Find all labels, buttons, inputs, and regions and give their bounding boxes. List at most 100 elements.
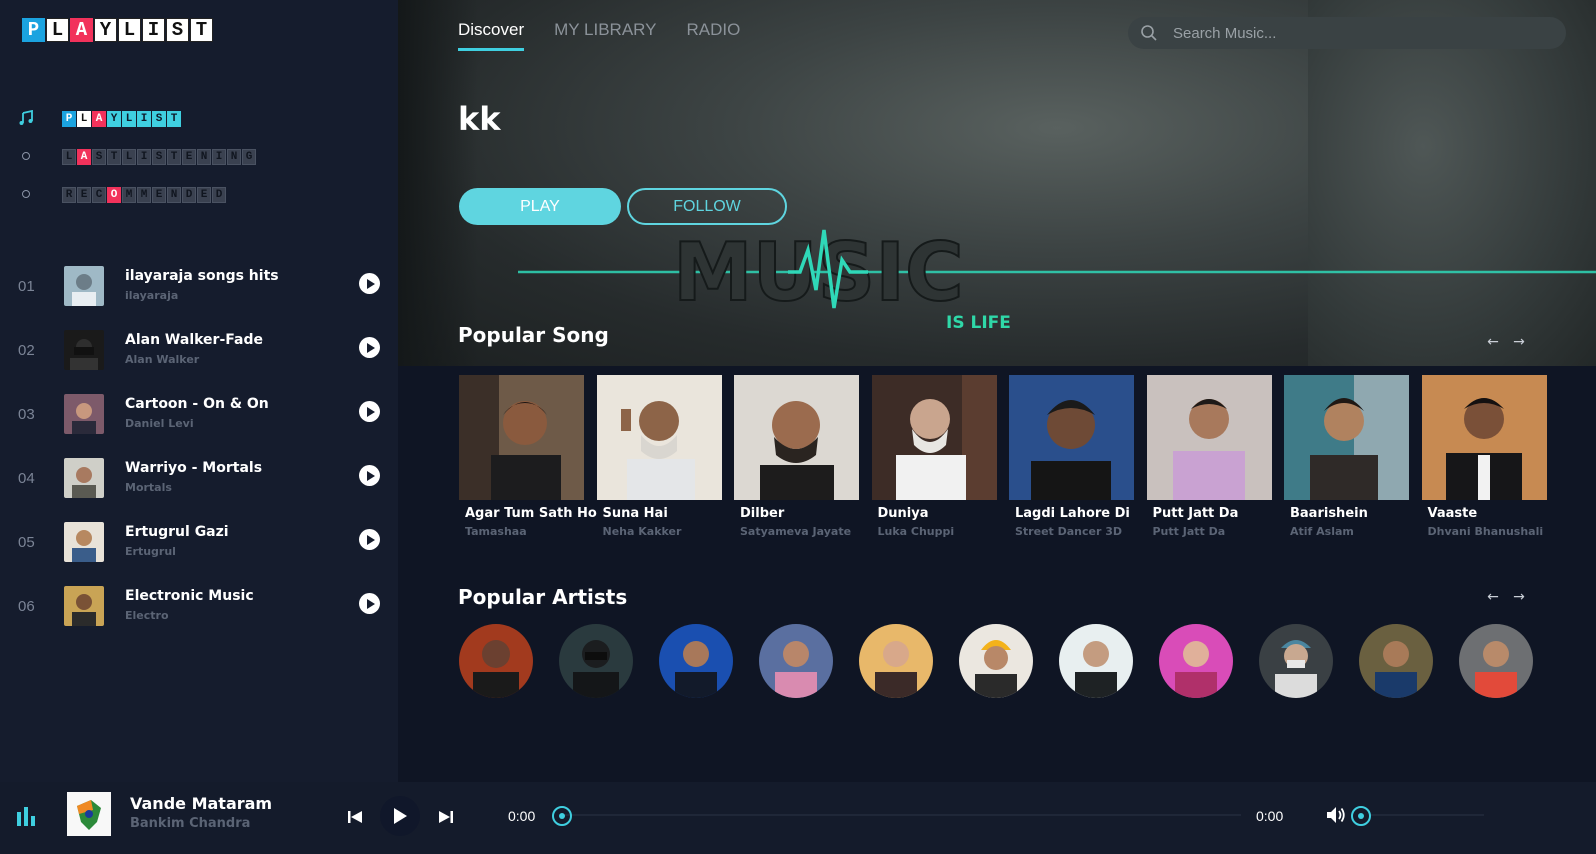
artist-avatar[interactable]: [1459, 624, 1533, 698]
play-icon[interactable]: [359, 465, 380, 486]
song-title: Vaaste: [1427, 506, 1478, 521]
arrow-right-icon[interactable]: →: [1510, 589, 1528, 605]
play-icon[interactable]: [359, 337, 380, 358]
follow-button[interactable]: FOLLOW: [627, 188, 787, 225]
now-playing-artist: Bankim Chandra: [130, 816, 251, 831]
artist-avatar[interactable]: [559, 624, 633, 698]
hero-shade: [398, 0, 478, 366]
next-icon[interactable]: [435, 806, 457, 828]
track-item[interactable]: 05 Ertugrul Gazi Ertugrul: [0, 516, 398, 580]
play-icon[interactable]: [359, 401, 380, 422]
menu-tile: A: [77, 149, 91, 165]
artist-avatar[interactable]: [1059, 624, 1133, 698]
track-item[interactable]: 01 ilayaraja songs hits ilayaraja: [0, 260, 398, 324]
hero-banner: MUSIC IS LIFE Discover MY LIBRARY RADIO …: [398, 0, 1596, 366]
arrow-right-icon[interactable]: →: [1510, 334, 1528, 350]
menu-tile: R: [62, 187, 76, 203]
play-icon[interactable]: [359, 273, 380, 294]
menu-tile: I: [212, 149, 226, 165]
artist-avatar[interactable]: [459, 624, 533, 698]
menu-tile: E: [152, 187, 166, 203]
track-title: Ertugrul Gazi: [125, 524, 229, 540]
play-icon[interactable]: [359, 529, 380, 550]
song-card[interactable]: Vaaste Dhvani Bhanushali: [1421, 375, 1547, 538]
tab-discover[interactable]: Discover: [458, 20, 525, 51]
previous-icon[interactable]: [344, 806, 366, 828]
track-item[interactable]: 06 Electronic Music Electro: [0, 580, 398, 644]
song-card[interactable]: Baarishein Atif Aslam: [1284, 375, 1409, 538]
song-card[interactable]: Suna Hai Neha Kakker: [596, 375, 722, 538]
menu-label-last-listening: L A S T L I S T E N I N G: [62, 149, 257, 165]
arrow-left-icon[interactable]: ←: [1484, 334, 1502, 350]
song-card[interactable]: Agar Tum Sath Ho Tamashaa: [459, 375, 597, 538]
tab-radio[interactable]: RADIO: [686, 20, 740, 51]
track-number: 04: [18, 470, 35, 487]
sidebar: P L A Y L I S T P L A Y L I S T L A S T …: [0, 0, 398, 782]
tab-my-library[interactable]: MY LIBRARY: [554, 20, 656, 51]
now-playing-thumbnail: [67, 792, 111, 836]
menu-tile: T: [167, 111, 181, 127]
artist-avatar[interactable]: [1259, 624, 1333, 698]
track-artist: ilayaraja: [125, 289, 179, 302]
artist-avatar[interactable]: [959, 624, 1033, 698]
menu-tile: O: [107, 187, 121, 203]
track-number: 01: [18, 278, 35, 295]
logo-letter: L: [46, 18, 69, 42]
app-logo[interactable]: P L A Y L I S T: [22, 18, 214, 42]
song-card[interactable]: Dilber Satyameva Jayate: [734, 375, 859, 538]
search-input[interactable]: [1173, 22, 1543, 44]
song-card[interactable]: Lagdi Lahore Di Street Dancer 3D: [1009, 375, 1134, 538]
menu-item-recommended[interactable]: R E C O M M E N D E D: [0, 176, 398, 214]
song-title: Duniya: [877, 506, 929, 521]
play-icon[interactable]: [359, 593, 380, 614]
seek-bar[interactable]: [563, 814, 1241, 816]
track-title: Electronic Music: [125, 588, 254, 604]
track-thumbnail: [64, 394, 104, 434]
logo-letter: S: [166, 18, 189, 42]
artist-avatar[interactable]: [759, 624, 833, 698]
track-item[interactable]: 02 Alan Walker-Fade Alan Walker: [0, 324, 398, 388]
play-button[interactable]: PLAY: [459, 188, 621, 225]
arrow-left-icon[interactable]: ←: [1484, 589, 1502, 605]
menu-item-playlist[interactable]: P L A Y L I S T: [0, 100, 398, 138]
menu-tile: S: [92, 149, 106, 165]
volume-slider[interactable]: [1371, 814, 1484, 816]
track-thumbnail: [64, 586, 104, 626]
menu-item-last-listening[interactable]: L A S T L I S T E N I N G: [0, 138, 398, 176]
logo-letter: I: [142, 18, 165, 42]
song-artist: Tamashaa: [465, 525, 527, 538]
menu-tile: D: [182, 187, 196, 203]
play-pause-button[interactable]: [380, 796, 420, 836]
popular-song-heading: Popular Song: [458, 323, 609, 347]
song-title: Putt Jatt Da: [1152, 506, 1239, 521]
now-playing-title: Vande Mataram: [130, 794, 273, 813]
logo-letter: T: [190, 18, 213, 42]
song-artist: Neha Kakker: [602, 525, 682, 538]
volume-handle[interactable]: [1351, 806, 1371, 826]
seek-handle[interactable]: [552, 806, 572, 826]
menu-tile: T: [107, 149, 121, 165]
track-thumbnail: [64, 522, 104, 562]
song-artist: Dhvani Bhanushali: [1427, 525, 1544, 538]
track-title: ilayaraja songs hits: [125, 268, 279, 284]
artist-avatar[interactable]: [859, 624, 933, 698]
artist-avatar[interactable]: [1359, 624, 1433, 698]
track-item[interactable]: 03 Cartoon - On & On Daniel Levi: [0, 388, 398, 452]
logo-letter: L: [118, 18, 141, 42]
menu-tile: L: [122, 111, 136, 127]
menu-tile: M: [137, 187, 151, 203]
song-cover: [1421, 375, 1547, 500]
song-card[interactable]: Duniya Luka Chuppi: [871, 375, 997, 538]
song-cover: [1009, 375, 1134, 500]
track-artist: Electro: [125, 609, 169, 622]
artist-avatar[interactable]: [1159, 624, 1233, 698]
menu-tile: E: [197, 187, 211, 203]
equalizer-icon: [17, 807, 35, 826]
volume-icon[interactable]: [1325, 804, 1347, 826]
menu-tile: I: [137, 111, 151, 127]
track-item[interactable]: 04 Warriyo - Mortals Mortals: [0, 452, 398, 516]
artist-avatar[interactable]: [659, 624, 733, 698]
song-card[interactable]: Putt Jatt Da Putt Jatt Da: [1146, 375, 1272, 538]
menu-tile: N: [167, 187, 181, 203]
song-title: Suna Hai: [602, 506, 668, 521]
